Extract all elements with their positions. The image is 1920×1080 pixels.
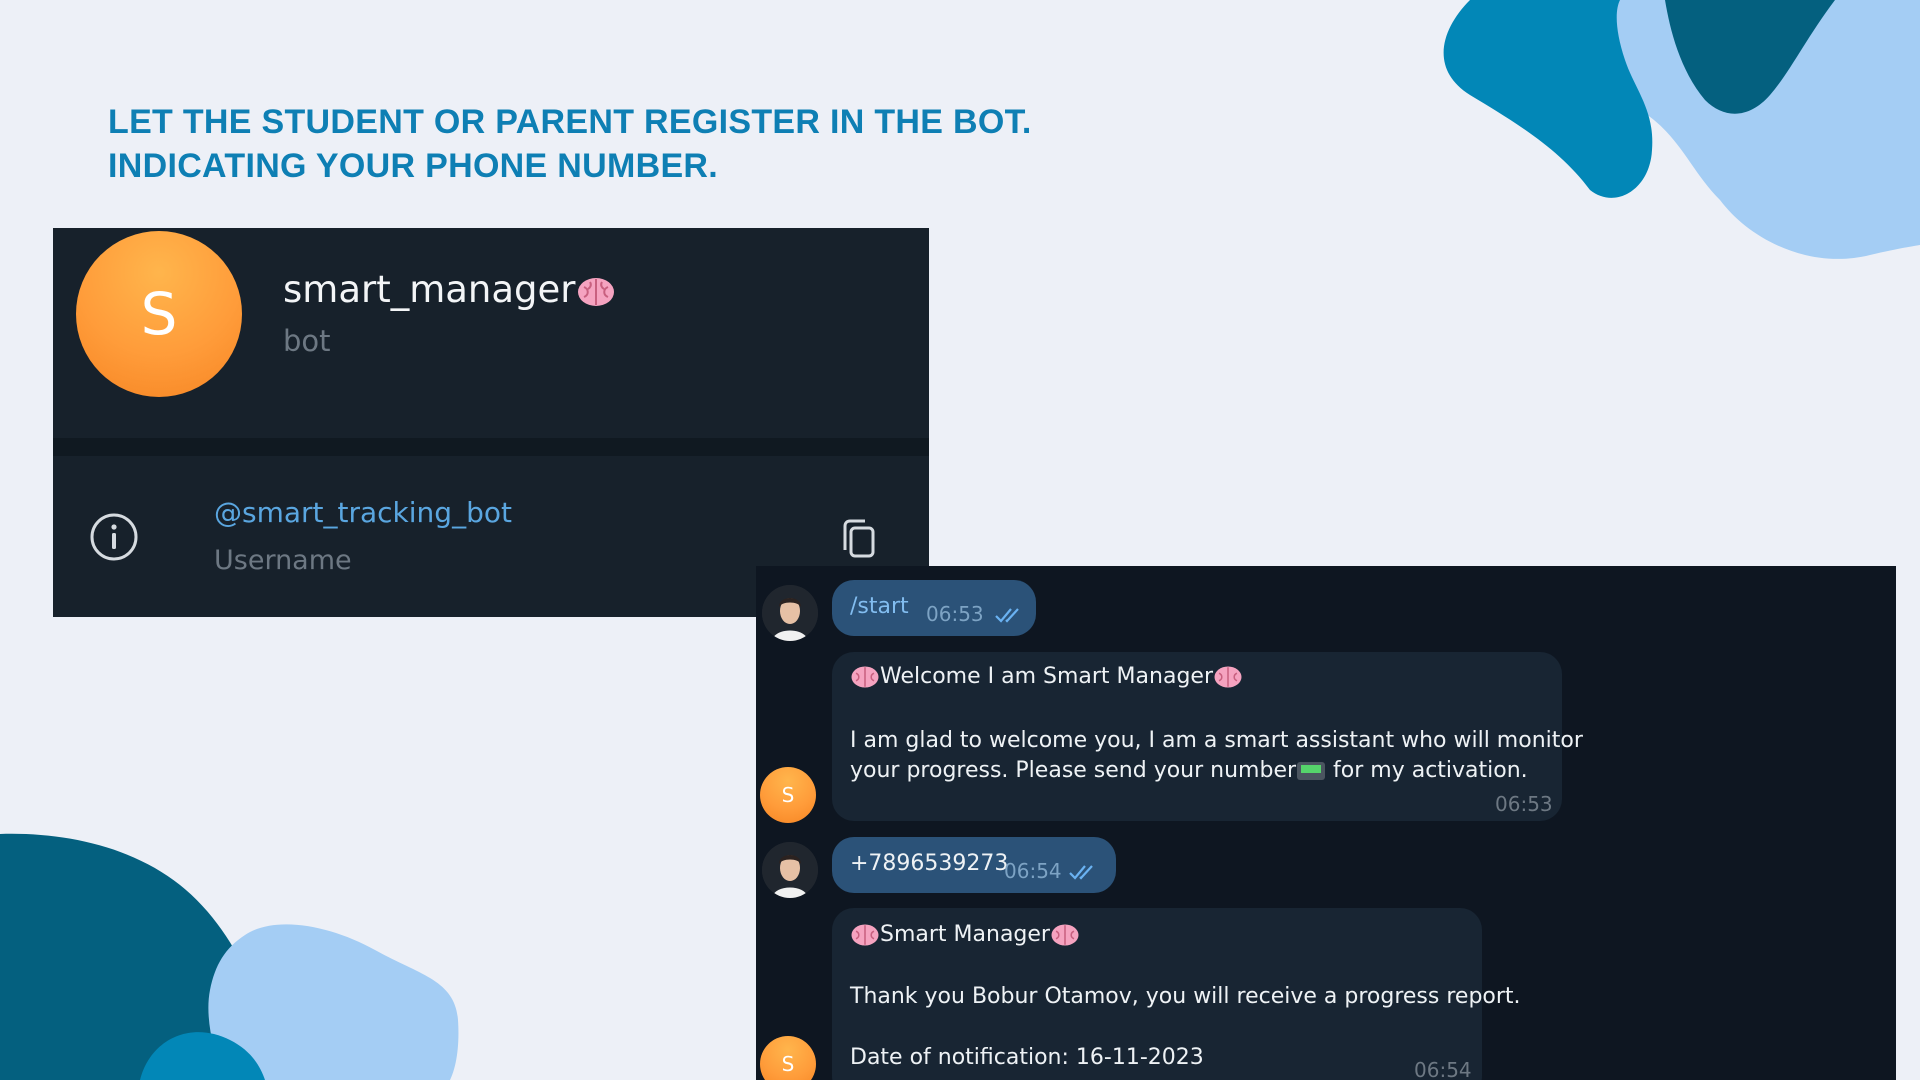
message-title: Smart Manager (850, 922, 1080, 948)
info-icon (90, 513, 138, 561)
copy-icon[interactable] (839, 518, 879, 562)
message-bubble-outgoing[interactable]: /start 06:53 (832, 580, 1036, 636)
message-line: your progress. Please send your number f… (850, 758, 1528, 783)
avatar-letter: S (140, 280, 178, 348)
message-time: 06:54 (1414, 1058, 1472, 1080)
decorative-blob-bottom-left (0, 833, 459, 1080)
profile-name-text: smart_manager (283, 268, 576, 311)
brain-emoji-icon (1214, 666, 1242, 688)
message-line-part: your progress. Please send your number (850, 758, 1297, 783)
profile-subtitle: bot (283, 324, 331, 358)
avatar-letter: S (781, 1052, 795, 1076)
bot-avatar-small[interactable]: S (760, 1036, 816, 1080)
bot-avatar[interactable]: S (76, 231, 242, 397)
double-check-icon (1069, 865, 1093, 880)
message-bubble-outgoing[interactable]: +7896539273 06:54 (832, 837, 1116, 893)
chat-panel: /start 06:53 Welcome I am Smart Manager … (756, 566, 1896, 1080)
user-avatar-photo[interactable] (762, 842, 818, 898)
message-title: Welcome I am Smart Manager (850, 664, 1243, 690)
bot-profile-card: S smart_manager bot @smart_tracking_bot … (53, 228, 929, 617)
message-line-part: for my activation. (1326, 758, 1528, 783)
message-line: Thank you Bobur Otamov, you will receive… (850, 984, 1521, 1009)
brain-emoji-icon (577, 277, 614, 306)
headline-line-1: LET THE STUDENT OR PARENT REGISTER IN TH… (108, 103, 1032, 141)
brain-emoji-icon (851, 666, 879, 688)
message-title-text: Welcome I am Smart Manager (880, 664, 1213, 689)
profile-header: S smart_manager bot (53, 228, 929, 438)
headline-line-2: INDICATING YOUR PHONE NUMBER. (108, 147, 719, 185)
message-time: 06:53 (1495, 792, 1553, 816)
message-line: I am glad to welcome you, I am a smart a… (850, 728, 1583, 753)
brain-emoji-icon (1051, 924, 1079, 946)
message-line: Date of notification: 16-11-2023 (850, 1045, 1204, 1070)
brain-emoji-icon (851, 924, 879, 946)
username-label: Username (214, 545, 352, 576)
bot-username-link[interactable]: @smart_tracking_bot (214, 496, 512, 529)
headline: LET THE STUDENT OR PARENT REGISTER IN TH… (108, 100, 1032, 188)
avatar-letter: S (781, 783, 795, 807)
message-bubble-incoming: Smart Manager Thank you Bobur Otamov, yo… (832, 908, 1521, 1080)
pager-emoji-icon (1297, 762, 1326, 780)
profile-name: smart_manager (283, 268, 616, 311)
double-check-icon (995, 608, 1019, 623)
message-time: 06:54 (1004, 859, 1062, 883)
phone-number-text: +7896539273 (850, 851, 1009, 876)
command-text[interactable]: /start (850, 594, 909, 619)
user-avatar-photo[interactable] (762, 585, 818, 641)
bot-avatar-small[interactable]: S (760, 767, 816, 823)
divider (53, 438, 929, 456)
message-title-text: Smart Manager (880, 922, 1050, 947)
decorative-blob-top-right (1443, 0, 1920, 259)
message-bubble-incoming: Welcome I am Smart Manager I am glad to … (832, 652, 1583, 821)
message-time: 06:53 (926, 602, 984, 626)
